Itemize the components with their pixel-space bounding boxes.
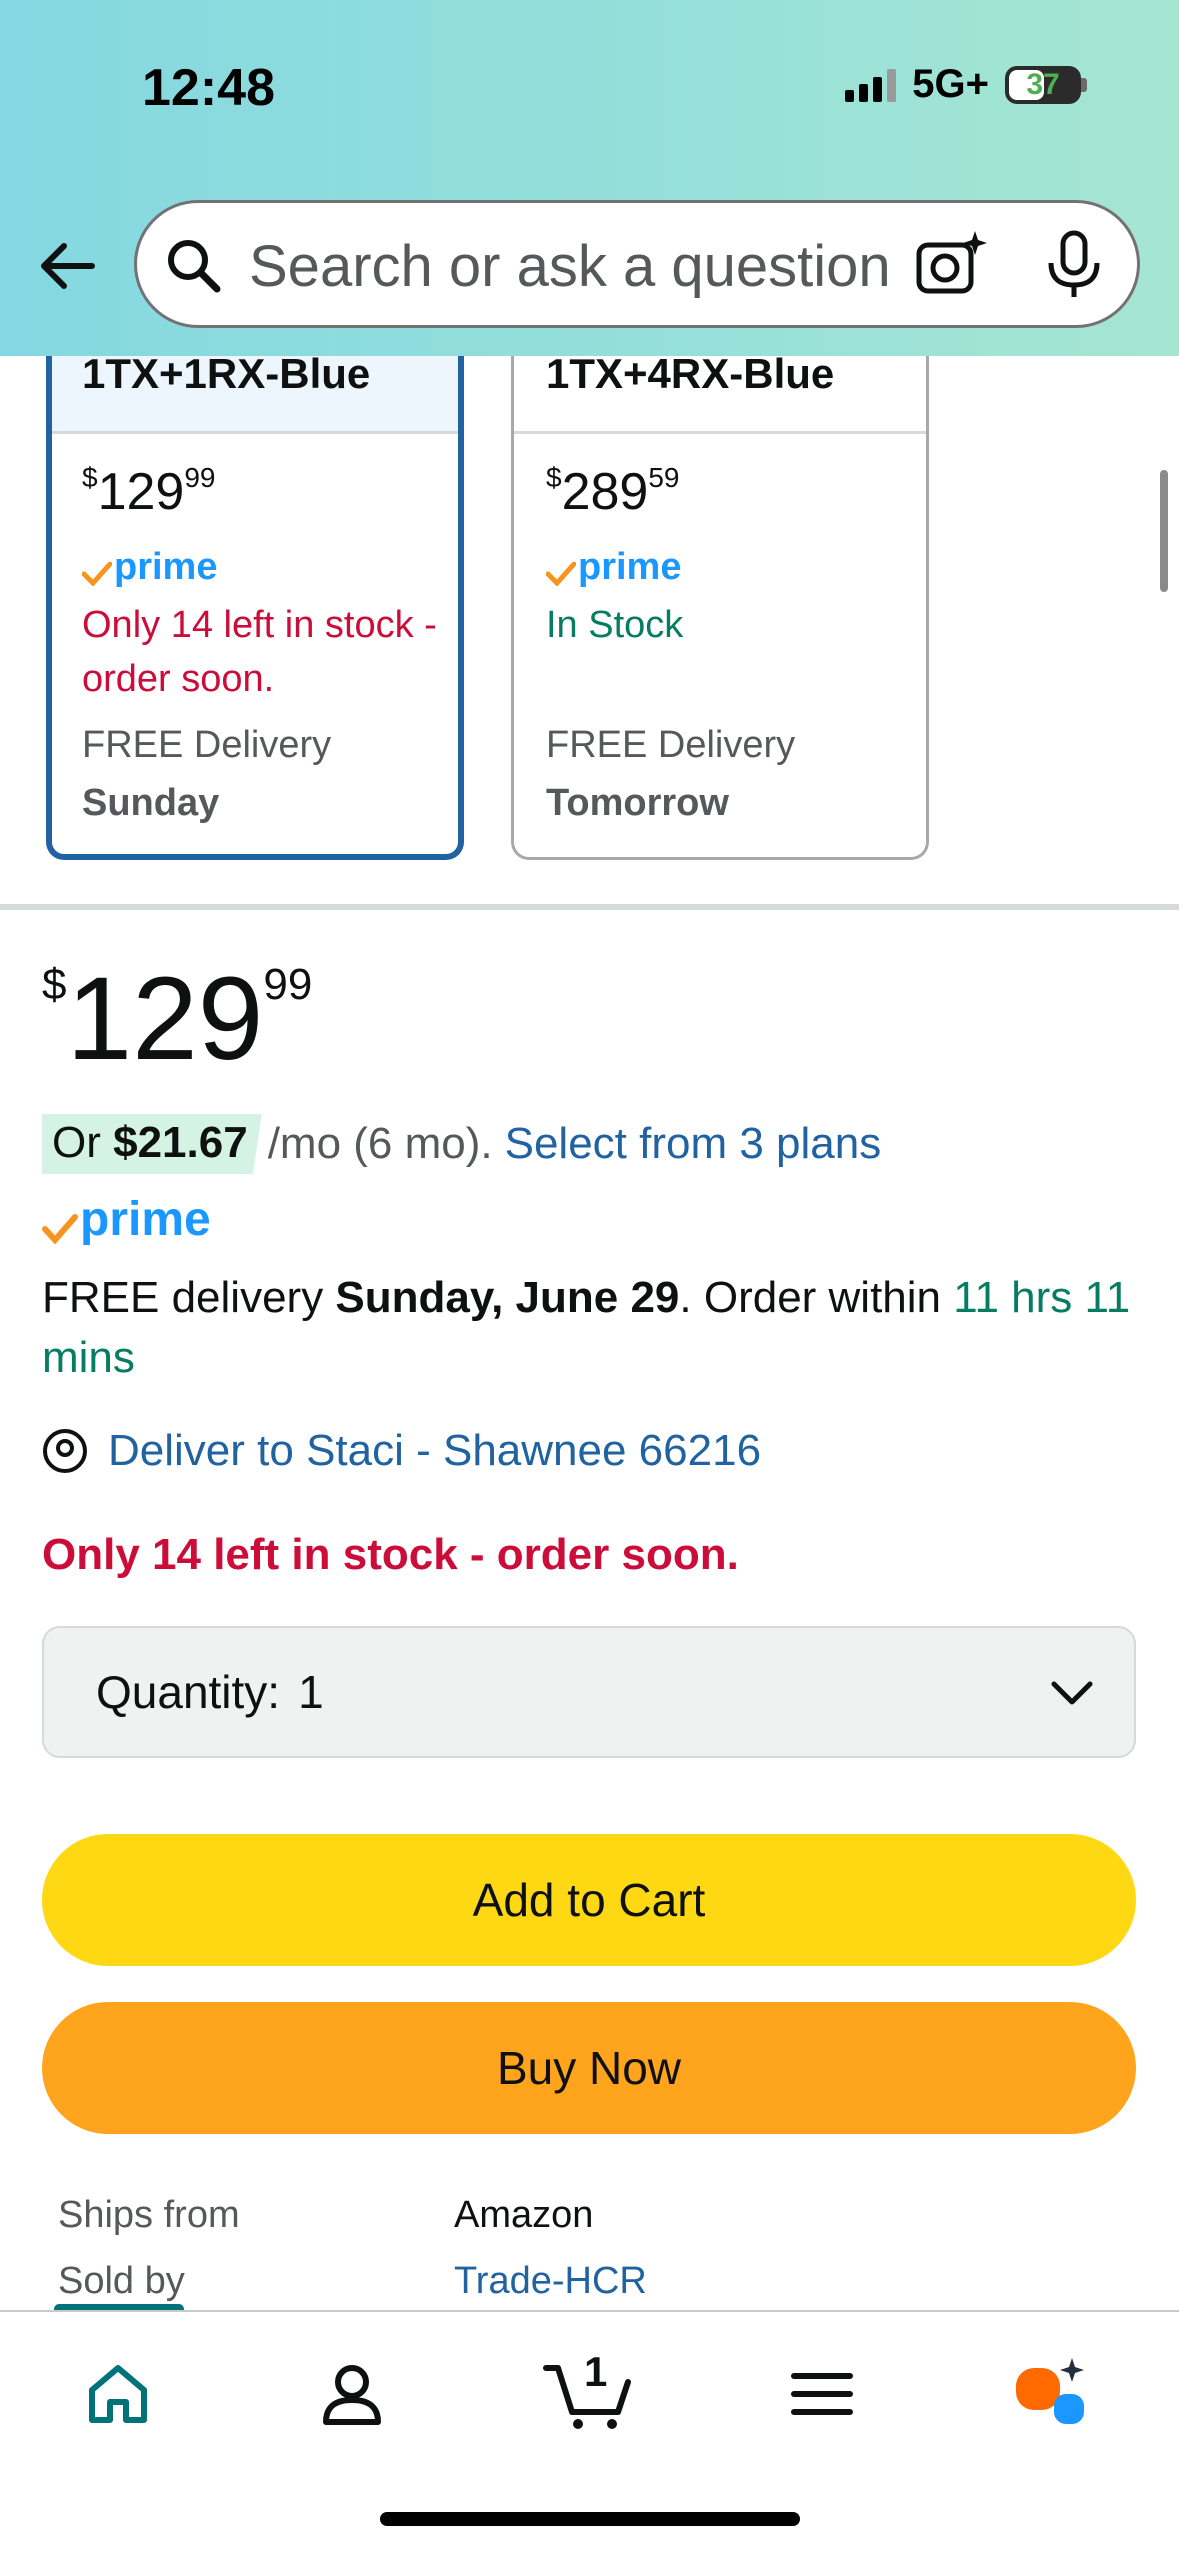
seller-link[interactable]: Trade-HCR [454, 2260, 647, 2303]
rufus-icon[interactable] [1010, 2354, 1090, 2434]
search-input[interactable]: Search or ask a question [249, 233, 939, 300]
ships-from-value: Amazon [454, 2194, 594, 2236]
installment-badge: Or $21.67 [42, 1114, 262, 1174]
prime-check-icon [82, 562, 112, 586]
ships-from-label: Ships from [58, 2194, 240, 2236]
installment-term: /mo (6 mo). [267, 1119, 493, 1168]
cart-count-badge: 1 [584, 2348, 608, 2395]
home-indicator[interactable] [380, 2512, 800, 2526]
cart-button[interactable]: 1 [542, 2348, 638, 2434]
status-time: 12:48 [142, 59, 275, 117]
variant-stock: Only 14 left in stock - order soon. [82, 604, 437, 700]
add-to-cart-button[interactable]: Add to Cart [42, 1834, 1136, 1966]
variant-card-selected[interactable]: 1TX+1RX-Blue $12999 prime Only 14 left i… [46, 300, 464, 860]
scroll-indicator[interactable] [1160, 470, 1168, 592]
deliver-to-row[interactable]: Deliver to Staci - Shawnee 66216 [42, 1426, 761, 1476]
microphone-icon[interactable] [1041, 229, 1107, 301]
installment-offer: Or $21.67 /mo (6 mo). Select from 3 plan… [42, 1114, 881, 1174]
stock-alert: Only 14 left in stock - order soon. [42, 1530, 739, 1579]
back-arrow-icon[interactable] [36, 234, 100, 298]
prime-check-icon [546, 562, 576, 586]
signal-icon [845, 68, 897, 102]
select-plans-link[interactable]: Select from 3 plans [505, 1119, 882, 1169]
variant-delivery-day: Sunday [82, 782, 220, 824]
ships-from-row: Ships from Amazon [58, 2194, 593, 2237]
account-icon[interactable] [312, 2354, 392, 2434]
network-label: 5G+ [912, 62, 989, 106]
home-icon[interactable] [78, 2354, 158, 2434]
delivery-info: FREE delivery Sunday, June 29. Order wit… [42, 1273, 1131, 1382]
variant-price: $28959 [546, 462, 680, 521]
section-divider [0, 904, 1179, 910]
status-indicators: 5G+ 37 [845, 62, 1087, 107]
quantity-label: Quantity: [96, 1666, 281, 1718]
quantity-value: 1 [298, 1666, 324, 1718]
app-header: 12:48 5G+ 37 Search or ask a question [0, 0, 1179, 356]
sold-by-row: Sold by Trade-HCR [58, 2260, 647, 2303]
variant-stock: In Stock [546, 604, 684, 646]
battery-level: 37 [1026, 67, 1060, 101]
location-pin-icon [43, 1429, 87, 1473]
variant-price: $12999 [82, 462, 216, 521]
variant-delivery-day: Tomorrow [546, 782, 729, 824]
prime-logo: prime [42, 1196, 211, 1244]
sold-by-label: Sold by [58, 2260, 185, 2302]
variant-card[interactable]: 1TX+4RX-Blue $28959 prime In Stock FREE … [511, 300, 929, 860]
buy-now-button[interactable]: Buy Now [42, 2002, 1136, 2134]
main-price: $12999 [42, 953, 313, 1085]
prime-check-icon [42, 1214, 78, 1244]
search-bar[interactable]: Search or ask a question [134, 200, 1140, 328]
camera-lens-icon[interactable] [913, 225, 993, 305]
deliver-to-link[interactable]: Deliver to Staci - Shawnee 66216 [108, 1426, 761, 1476]
chevron-down-icon [1051, 1681, 1093, 1705]
prime-logo: prime [82, 548, 458, 586]
quantity-dropdown[interactable]: Quantity: 1 [42, 1626, 1136, 1758]
variant-delivery-label: FREE Delivery [82, 724, 332, 766]
variant-delivery-label: FREE Delivery [546, 724, 796, 766]
prime-logo: prime [546, 548, 926, 586]
search-icon [168, 240, 221, 293]
battery-icon: 37 [1005, 65, 1087, 104]
menu-icon[interactable] [782, 2354, 862, 2434]
